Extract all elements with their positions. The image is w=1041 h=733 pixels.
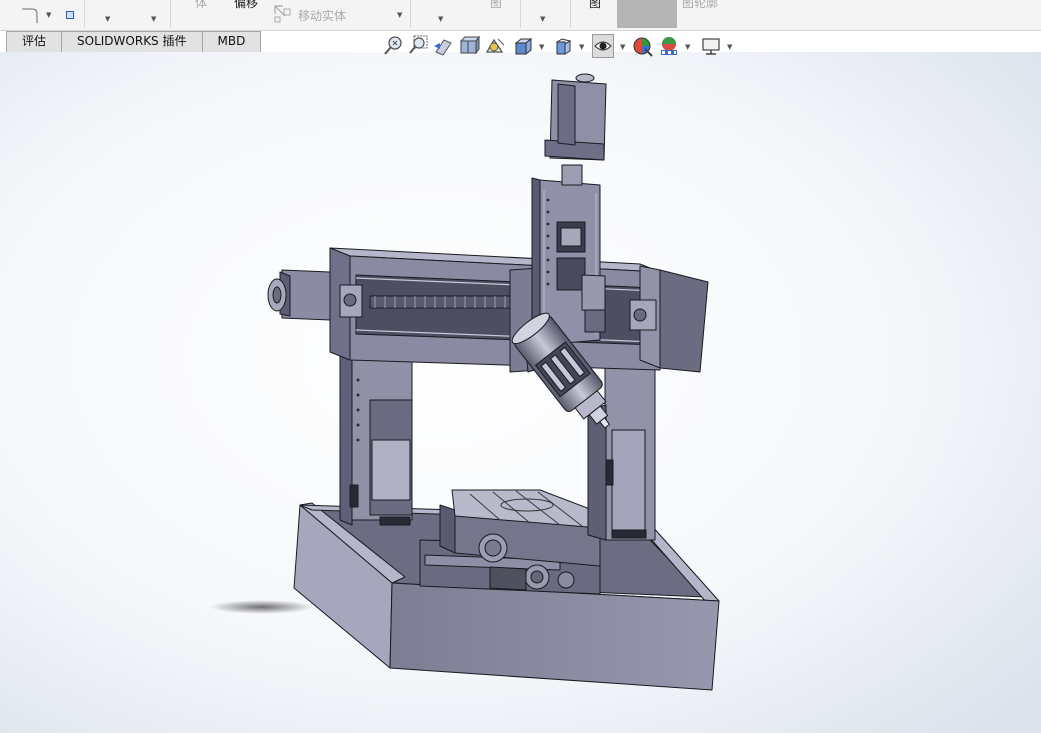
view-orientation-icon [514, 37, 533, 56]
graphics-viewport[interactable] [0, 52, 1041, 733]
ribbon-separator [170, 0, 171, 28]
tab-solidworks-addins[interactable]: SOLIDWORKS 插件 [62, 32, 203, 52]
zoom-to-area-icon [409, 35, 428, 54]
move-body-button[interactable]: 移动实体 [298, 7, 346, 24]
apply-scene-button[interactable] [658, 34, 680, 58]
edit-appearance-icon [633, 37, 653, 57]
display-style-button[interactable] [552, 34, 574, 58]
lower-bracket [489, 566, 527, 591]
ribbon-dropdown[interactable]: ▼ [151, 15, 156, 23]
y-axis-coupling [557, 571, 575, 589]
hide-show-items-button[interactable] [592, 34, 614, 58]
ribbon-separator [410, 0, 411, 28]
view-settings-icon [702, 38, 720, 55]
move-body-icon[interactable] [272, 3, 292, 23]
previous-view-button[interactable] [432, 34, 454, 58]
apply-scene-icon [661, 37, 677, 55]
ribbon-dropdown[interactable]: ▼ [105, 15, 110, 23]
x-axis-ballscrew [369, 295, 511, 309]
ribbon-dropdown[interactable]: ▼ [438, 15, 443, 23]
sketch-line-icon[interactable] [20, 6, 40, 24]
move-body-dropdown[interactable]: ▼ [397, 11, 402, 19]
small-square-icon[interactable] [66, 11, 74, 19]
sketch-line-dropdown[interactable]: ▼ [46, 11, 51, 19]
z-axis-coupling [561, 164, 583, 186]
display-style-dropdown[interactable]: ▼ [579, 43, 584, 51]
view-orientation-button[interactable] [512, 34, 534, 58]
selected-command-tile[interactable] [617, 0, 677, 28]
zoom-to-area-button[interactable] [407, 34, 429, 58]
zoom-to-fit-button[interactable] [382, 34, 404, 58]
tab-mbd[interactable]: MBD [203, 32, 261, 52]
ribbon-separator [570, 0, 571, 28]
section-view-icon [459, 35, 480, 55]
previous-view-icon [434, 39, 452, 56]
hide-show-items-dropdown[interactable]: ▼ [620, 43, 625, 51]
command-manager-tabs: 评估 SOLIDWORKS 插件 MBD [6, 31, 262, 53]
view-settings-button[interactable] [700, 34, 722, 58]
apply-scene-dropdown[interactable]: ▼ [685, 43, 690, 51]
view-settings-dropdown[interactable]: ▼ [727, 43, 732, 51]
outline-button[interactable]: 图轮廓 [682, 0, 718, 11]
view-orientation-dropdown[interactable]: ▼ [539, 43, 544, 51]
model-shadow [210, 600, 314, 614]
table-side-left [439, 504, 456, 554]
drawing-button[interactable]: 图 [490, 0, 502, 11]
left-column-rib [371, 439, 411, 501]
zoom-to-fit-icon [384, 36, 402, 55]
dynamic-annotation-button[interactable] [484, 34, 506, 58]
y-drive-bracket [581, 274, 606, 313]
dynamic-annotation-icon [485, 38, 505, 53]
hide-show-items-icon [594, 41, 612, 51]
edit-appearance-button[interactable] [632, 34, 654, 58]
right-column-rib [611, 429, 646, 533]
ribbon-dropdown[interactable]: ▼ [540, 15, 545, 23]
body-button[interactable]: 体 [195, 0, 207, 11]
section-view-button[interactable] [458, 34, 480, 58]
display-style-icon [555, 38, 572, 55]
ribbon-separator [520, 0, 521, 28]
gantry-right-endblock[interactable] [659, 269, 709, 373]
offset-button[interactable]: 偏移 [234, 0, 258, 11]
left-column-slot [349, 484, 359, 508]
ribbon-separator [84, 0, 85, 28]
command-ribbon: ▼ — ▼ ▼ 体 偏移 移动实体 ▼ ▼ 图 ▼ 图 图轮廓 [0, 0, 1041, 31]
z-axis-motor-cap [575, 73, 595, 83]
model-canvas[interactable] [0, 52, 1041, 733]
right-column-slot [605, 459, 614, 486]
view-button[interactable]: 图 [589, 0, 601, 11]
tab-evaluate[interactable]: 评估 [7, 32, 63, 52]
